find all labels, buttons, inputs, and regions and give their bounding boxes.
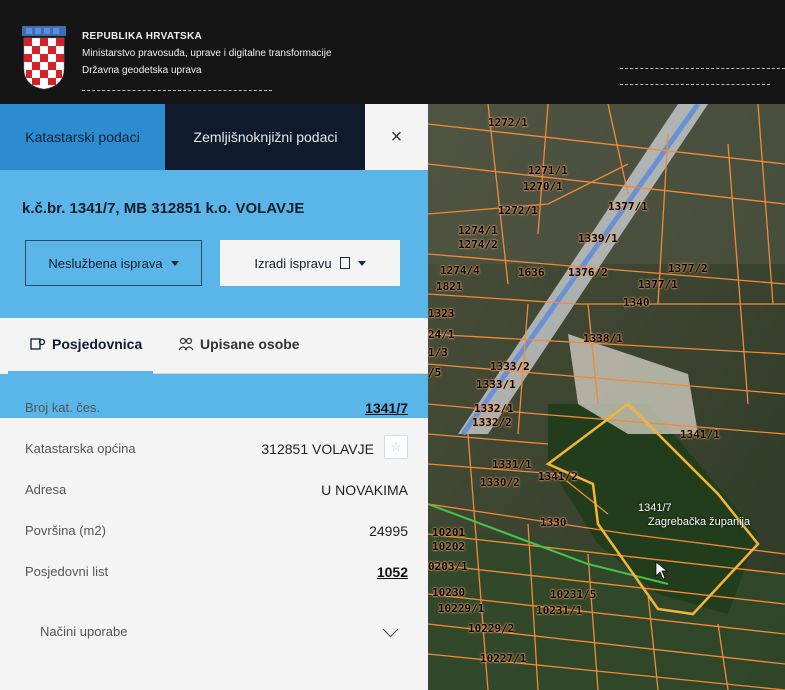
tab-katastarski-podaci[interactable]: Katastarski podaci <box>0 104 165 170</box>
detail-row: Broj kat. čes. 1341/7 <box>0 388 428 429</box>
active-tab-indicator <box>8 371 153 374</box>
parcel-label: 1274/1 <box>458 224 498 237</box>
izradi-ispravu-button[interactable]: Izradi ispravu <box>220 240 400 286</box>
parcel-label: 1330 <box>540 516 567 529</box>
detail-row: Površina (m2) 24995 <box>0 511 428 552</box>
parcel-label: 1331/1 <box>492 458 532 471</box>
parcel-label: 1274/2 <box>458 238 498 251</box>
parcel-panel: Katastarski podaci Zemljišnoknjižni poda… <box>0 104 428 690</box>
detail-label: Površina (m2) <box>25 523 106 538</box>
parcel-header: k.č.br. 1341/7, MB 312851 k.o. VOLAVJE N… <box>0 170 428 418</box>
header-ministry: Ministarstvo pravosuđa, uprave i digital… <box>82 48 332 59</box>
parcel-label: 1330/2 <box>480 476 520 489</box>
parcel-label: 1339/1 <box>578 232 618 245</box>
parcel-label: 10230 <box>432 586 466 599</box>
parcel-details: Broj kat. čes. 1341/7 Katastarska općina… <box>0 388 428 593</box>
divider <box>620 68 785 69</box>
parcel-label: 1272/1 <box>488 116 528 129</box>
parcel-label: 10231/1 <box>536 604 583 617</box>
parcel-label: 1376/2 <box>568 266 608 279</box>
detail-row: Adresa U NOVAKIMA <box>0 470 428 511</box>
tab-upisane-osobe[interactable]: Upisane osobe <box>178 336 300 352</box>
caret-down-icon <box>170 260 179 266</box>
detail-value: U NOVAKIMA <box>321 482 408 498</box>
header-agency[interactable]: Državna geodetska uprava <box>82 62 332 79</box>
close-icon[interactable]: × <box>365 104 428 170</box>
parcel-label: 10229/2 <box>468 622 515 635</box>
detail-label: Katastarska općina <box>25 441 136 456</box>
parcel-label: 1332/1 <box>474 402 514 415</box>
star-icon[interactable]: ☆ <box>384 435 408 459</box>
parcel-label: 1333/1 <box>476 378 516 391</box>
subtabs: Posjedovnica Upisane osobe <box>0 318 428 374</box>
caret-down-icon <box>357 260 366 266</box>
parcel-label: 0203/1 <box>428 560 468 573</box>
detail-row: Katastarska općina 312851 VOLAVJE ☆ <box>0 429 428 470</box>
nesluzbena-isprava-label: Neslužbena isprava <box>48 255 163 271</box>
detail-value: 312851 VOLAVJE <box>261 441 374 457</box>
posjedovni-list-link[interactable]: 1052 <box>377 564 408 580</box>
header-country: REPUBLIKA HRVATSKA <box>82 31 203 42</box>
panel-tabs: Katastarski podaci Zemljišnoknjižni poda… <box>0 104 428 170</box>
parcel-label: 1377/1 <box>608 200 648 213</box>
parcel-label: 1341/2 <box>538 470 578 483</box>
detail-row: Posjedovni list 1052 <box>0 552 428 593</box>
people-icon <box>178 337 194 351</box>
parcel-label: 1377/1 <box>638 278 678 291</box>
parcel-label: 1271/1 <box>528 164 568 177</box>
tab-posjedovnica[interactable]: Posjedovnica <box>30 336 142 352</box>
document-icon <box>339 257 350 269</box>
parcel-label: 1270/1 <box>523 180 563 193</box>
detail-label: Broj kat. čes. <box>25 400 101 415</box>
parcel-label: 1274/4 <box>440 264 480 277</box>
parcel-label: 10231/5 <box>550 588 597 601</box>
divider <box>82 90 272 91</box>
parcel-label: 1340 <box>623 296 650 309</box>
tab-upisane-osobe-label: Upisane osobe <box>200 336 300 352</box>
detail-value: 24995 <box>369 523 408 539</box>
parcel-label: 10202 <box>432 540 466 553</box>
cadastral-map[interactable]: 1272/1 1271/1 1270/1 1272/1 1274/1 1274/… <box>428 104 785 690</box>
parcel-label: 10229/1 <box>438 602 485 615</box>
nacini-uporabe-label[interactable]: Načini uporabe <box>40 624 127 639</box>
parcel-title: k.č.br. 1341/7, MB 312851 k.o. VOLAVJE <box>22 200 305 217</box>
header-titles: REPUBLIKA HRVATSKA Ministarstvo pravosuđ… <box>82 28 332 79</box>
nesluzbena-isprava-button[interactable]: Neslužbena isprava <box>25 240 202 286</box>
parcel-label: 1323 <box>428 307 455 320</box>
parcel-label: 10227/1 <box>480 652 527 665</box>
izradi-ispravu-label: Izradi ispravu <box>254 255 332 271</box>
county-label: Zagrebačka županija <box>648 516 751 528</box>
parcel-label: 1341/1 <box>680 428 720 441</box>
divider <box>153 373 428 374</box>
parcel-label: 1377/2 <box>668 262 708 275</box>
detail-label: Adresa <box>25 482 67 497</box>
owner-icon <box>30 338 46 350</box>
parcel-label: 10201 <box>432 526 466 539</box>
parcel-label: 1333/2 <box>490 360 530 373</box>
parcel-label: 1332/2 <box>472 416 512 429</box>
site-header: REPUBLIKA HRVATSKA Ministarstvo pravosuđ… <box>0 0 785 104</box>
detail-label: Posjedovni list <box>25 564 109 579</box>
selected-parcel-label: 1341/7 <box>638 502 672 514</box>
tab-zemljisnoknjizni-podaci[interactable]: Zemljišnoknjižni podaci <box>168 104 363 170</box>
parcel-label: 1338/1 <box>583 332 623 345</box>
parcel-label: 1636 <box>518 266 545 279</box>
chevron-down-icon[interactable] <box>382 621 399 638</box>
parcel-label: 1821 <box>436 280 463 293</box>
parcel-label: 1/3 <box>428 346 448 359</box>
coat-of-arms-icon <box>22 26 66 90</box>
parcel-label: 1272/1 <box>498 204 538 217</box>
divider <box>620 84 770 85</box>
parcel-number-link[interactable]: 1341/7 <box>365 400 408 416</box>
parcel-label: 24/1 <box>428 328 455 341</box>
tab-posjedovnica-label: Posjedovnica <box>52 336 143 352</box>
parcel-label: /5 <box>428 366 442 379</box>
